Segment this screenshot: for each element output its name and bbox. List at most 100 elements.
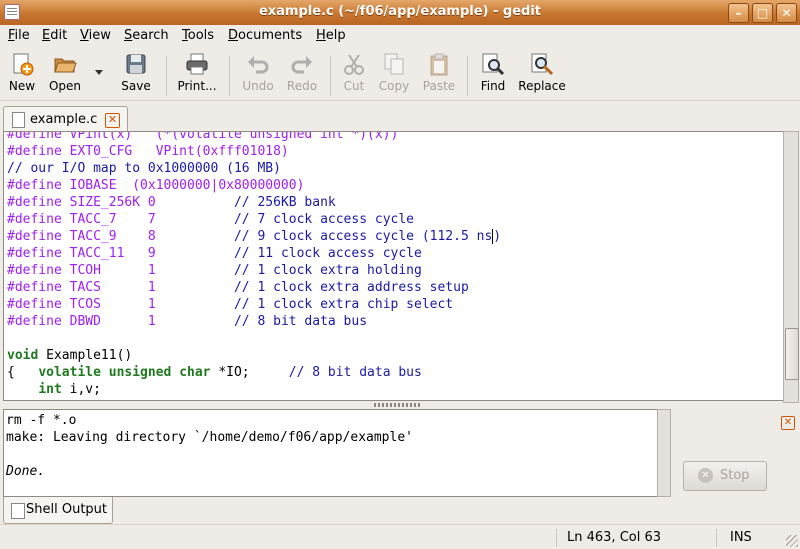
- code-line: #define DBWD 1 // 8 bit data bus: [7, 313, 501, 330]
- menu-bar: File Edit View Search Tools Documents He…: [0, 25, 800, 47]
- code-line: #define TACC_9 8 // 9 clock access cycle…: [7, 228, 501, 245]
- tab-example-c[interactable]: example.c ✕: [3, 106, 128, 132]
- output-scrollbar[interactable]: [657, 409, 671, 497]
- keyword-text: volatile unsigned char: [38, 365, 211, 380]
- document-tabs: example.c ✕: [0, 104, 800, 132]
- comment-text: ): [493, 229, 502, 244]
- printer-icon: [185, 52, 209, 76]
- status-separator: [716, 529, 717, 547]
- new-document-icon: [10, 52, 34, 76]
- comment-text: // 9 clock access cycle (112.5 ns: [233, 229, 493, 244]
- code-editor[interactable]: #define VPint(x) (*(volatile unsigned in…: [3, 131, 785, 401]
- toolbar-separator: [330, 56, 331, 96]
- tab-shell-output[interactable]: Shell Output: [3, 497, 113, 524]
- code-line-text: i,v;: [61, 382, 101, 397]
- terminal-icon: [11, 503, 25, 519]
- code-line-text: Example11(): [38, 348, 133, 363]
- code-line: #define TACC_7 7 // 7 clock access cycle: [7, 211, 501, 228]
- menu-search[interactable]: Search: [124, 28, 169, 43]
- toolbar-separator: [229, 56, 230, 96]
- close-tab-icon[interactable]: ✕: [105, 113, 120, 128]
- keyword-text: int: [38, 382, 62, 397]
- comment-text: // 8 bit data bus: [288, 365, 422, 380]
- code-line: void Example11(): [7, 347, 501, 364]
- toolbar-separator: [166, 56, 167, 96]
- menu-tools[interactable]: Tools: [182, 28, 214, 43]
- status-separator: [556, 529, 557, 547]
- save-icon: [124, 52, 148, 76]
- preprocessor-text: #define DBWD 1: [7, 314, 234, 329]
- menu-documents[interactable]: Documents: [228, 28, 302, 43]
- menu-help[interactable]: Help: [316, 28, 346, 43]
- title-bar: example.c (~/f06/app/example) - gedit – …: [0, 0, 800, 25]
- comment-text: // 1 clock extra chip select: [233, 297, 454, 312]
- comment-text: // 11 clock access cycle: [233, 246, 422, 261]
- redo-icon: [290, 52, 314, 76]
- editor-scrollbar[interactable]: [783, 131, 799, 403]
- copy-button[interactable]: Copy: [376, 52, 412, 98]
- comment-text: // 256KB bank: [233, 195, 336, 210]
- save-button[interactable]: Save: [117, 52, 155, 98]
- print-button[interactable]: Print...: [174, 52, 220, 98]
- shell-output[interactable]: rm -f *.o make: Leaving directory `/home/…: [3, 409, 658, 497]
- code-line: #define TCOH 1 // 1 clock extra holding: [7, 262, 501, 279]
- toolbar: New Open Save Print... Undo Redo Cut Cop…: [0, 48, 800, 101]
- paste-button[interactable]: Paste: [420, 52, 458, 98]
- find-button[interactable]: Find: [477, 52, 509, 98]
- open-button[interactable]: Open: [46, 52, 84, 98]
- code-line: #define TACS 1 // 1 clock extra address …: [7, 279, 501, 296]
- preprocessor-text: #define TACS 1: [7, 280, 234, 295]
- code-line-text: #define EXT0_CFG VPint(0xfff01018): [7, 144, 289, 159]
- new-button[interactable]: New: [6, 52, 38, 98]
- output-line: make: Leaving directory `/home/demo/f06/…: [6, 430, 413, 445]
- preprocessor-text: #define SIZE_256K 0: [7, 195, 234, 210]
- code-line: #define SIZE_256K 0 // 256KB bank: [7, 194, 501, 211]
- close-window-icon[interactable]: ✕: [776, 3, 797, 23]
- pane-splitter-handle[interactable]: [374, 403, 422, 407]
- copy-icon: [382, 52, 406, 76]
- code-line: int i,v;: [7, 381, 501, 398]
- menu-view[interactable]: View: [80, 28, 111, 43]
- comment-text: // 1 clock extra address setup: [233, 280, 469, 295]
- minimize-icon[interactable]: –: [728, 3, 749, 23]
- status-bar: Ln 463, Col 63 INS: [0, 524, 800, 549]
- stop-button[interactable]: ✕ Stop: [683, 461, 767, 491]
- shell-output-text: rm -f *.o make: Leaving directory `/home/…: [6, 412, 413, 480]
- preprocessor-text: #define TCOH 1: [7, 263, 234, 278]
- toolbar-separator: [467, 56, 468, 96]
- menu-file[interactable]: File: [8, 28, 30, 43]
- stop-icon: ✕: [698, 468, 713, 483]
- redo-button[interactable]: Redo: [284, 52, 320, 98]
- code-line: #define TACC_11 9 // 11 clock access cyc…: [7, 245, 501, 262]
- preprocessor-text: #define TACC_9 8: [7, 229, 234, 244]
- undo-button[interactable]: Undo: [238, 52, 278, 98]
- editor-scrollbar-thumb[interactable]: [785, 328, 799, 380]
- text-file-icon: [12, 112, 25, 128]
- code-text[interactable]: #define VPint(x) (*(volatile unsigned in…: [7, 131, 501, 398]
- code-line-text: // our I/O map to 0x1000000 (16 MB): [7, 161, 281, 176]
- find-icon: [481, 52, 505, 76]
- folder-open-icon: [53, 52, 77, 76]
- cut-button[interactable]: Cut: [338, 52, 370, 98]
- code-line-text: {: [7, 365, 39, 380]
- code-line-text: #define IOBASE (0x1000000|0x80000000): [7, 178, 305, 193]
- comment-text: // 1 clock extra holding: [233, 263, 422, 278]
- scissors-icon: [342, 52, 366, 76]
- close-panel-icon[interactable]: ✕: [781, 416, 795, 430]
- maximize-icon[interactable]: □: [752, 3, 773, 23]
- window-title: example.c (~/f06/app/example) - gedit: [258, 4, 542, 19]
- menu-edit[interactable]: Edit: [42, 28, 67, 43]
- find-replace-icon: [530, 52, 554, 76]
- keyword-text: void: [7, 348, 39, 363]
- preprocessor-text: #define TACC_7 7: [7, 212, 234, 227]
- chevron-down-icon: [95, 70, 103, 75]
- code-line-text: #define VPint(x) (*(volatile unsigned in…: [7, 131, 399, 142]
- resize-grip[interactable]: [786, 535, 798, 547]
- code-line-text: *IO;: [210, 365, 289, 380]
- code-line: // our I/O map to 0x1000000 (16 MB): [7, 160, 501, 177]
- replace-button[interactable]: Replace: [515, 52, 569, 98]
- preprocessor-text: #define TACC_11 9: [7, 246, 234, 261]
